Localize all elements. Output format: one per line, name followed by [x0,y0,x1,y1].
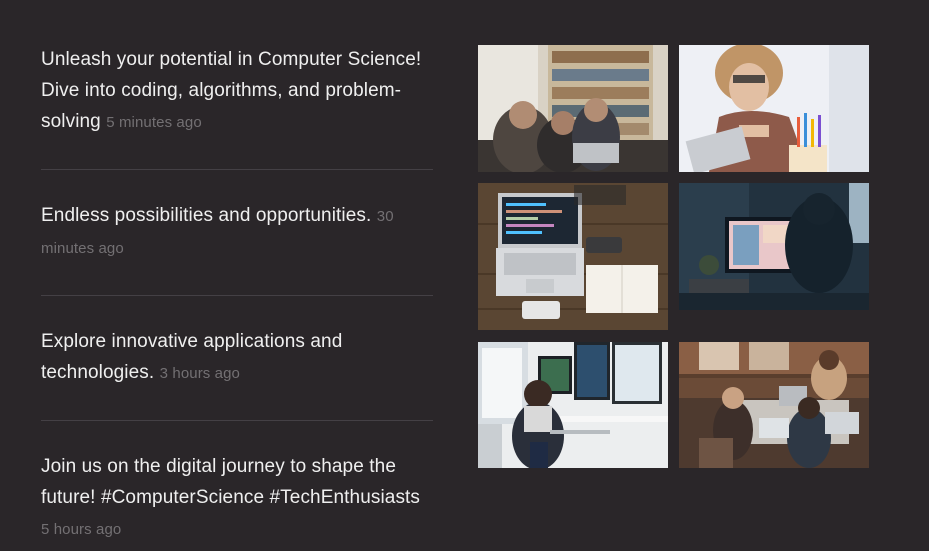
post-divider [41,169,433,170]
post-item: Unleash your potential in Computer Scien… [41,44,433,138]
post-text: Endless possibilities and opportunities. [41,205,372,226]
post-divider [41,420,433,421]
post-text: Join us on the digital journey to shape … [41,456,421,508]
post-timestamp: 3 hours ago [159,365,240,382]
post-item: Endless possibilities and opportunities.… [41,200,433,264]
gallery-photo[interactable] [478,342,668,468]
post-divider [41,295,433,296]
post-timestamp: 5 hours ago [41,521,122,538]
gallery-photo[interactable] [478,45,668,172]
post-text: Unleash your potential in Computer Scien… [41,49,422,132]
gallery-photo[interactable] [679,342,869,468]
gallery-photo[interactable] [679,183,869,310]
photo-gallery [478,45,869,468]
post-timestamp: 5 minutes ago [106,114,202,131]
gallery-photo[interactable] [679,45,869,172]
post-item: Explore innovative applications and tech… [41,326,433,389]
post-item: Join us on the digital journey to shape … [41,451,433,545]
gallery-photo[interactable] [478,183,668,330]
